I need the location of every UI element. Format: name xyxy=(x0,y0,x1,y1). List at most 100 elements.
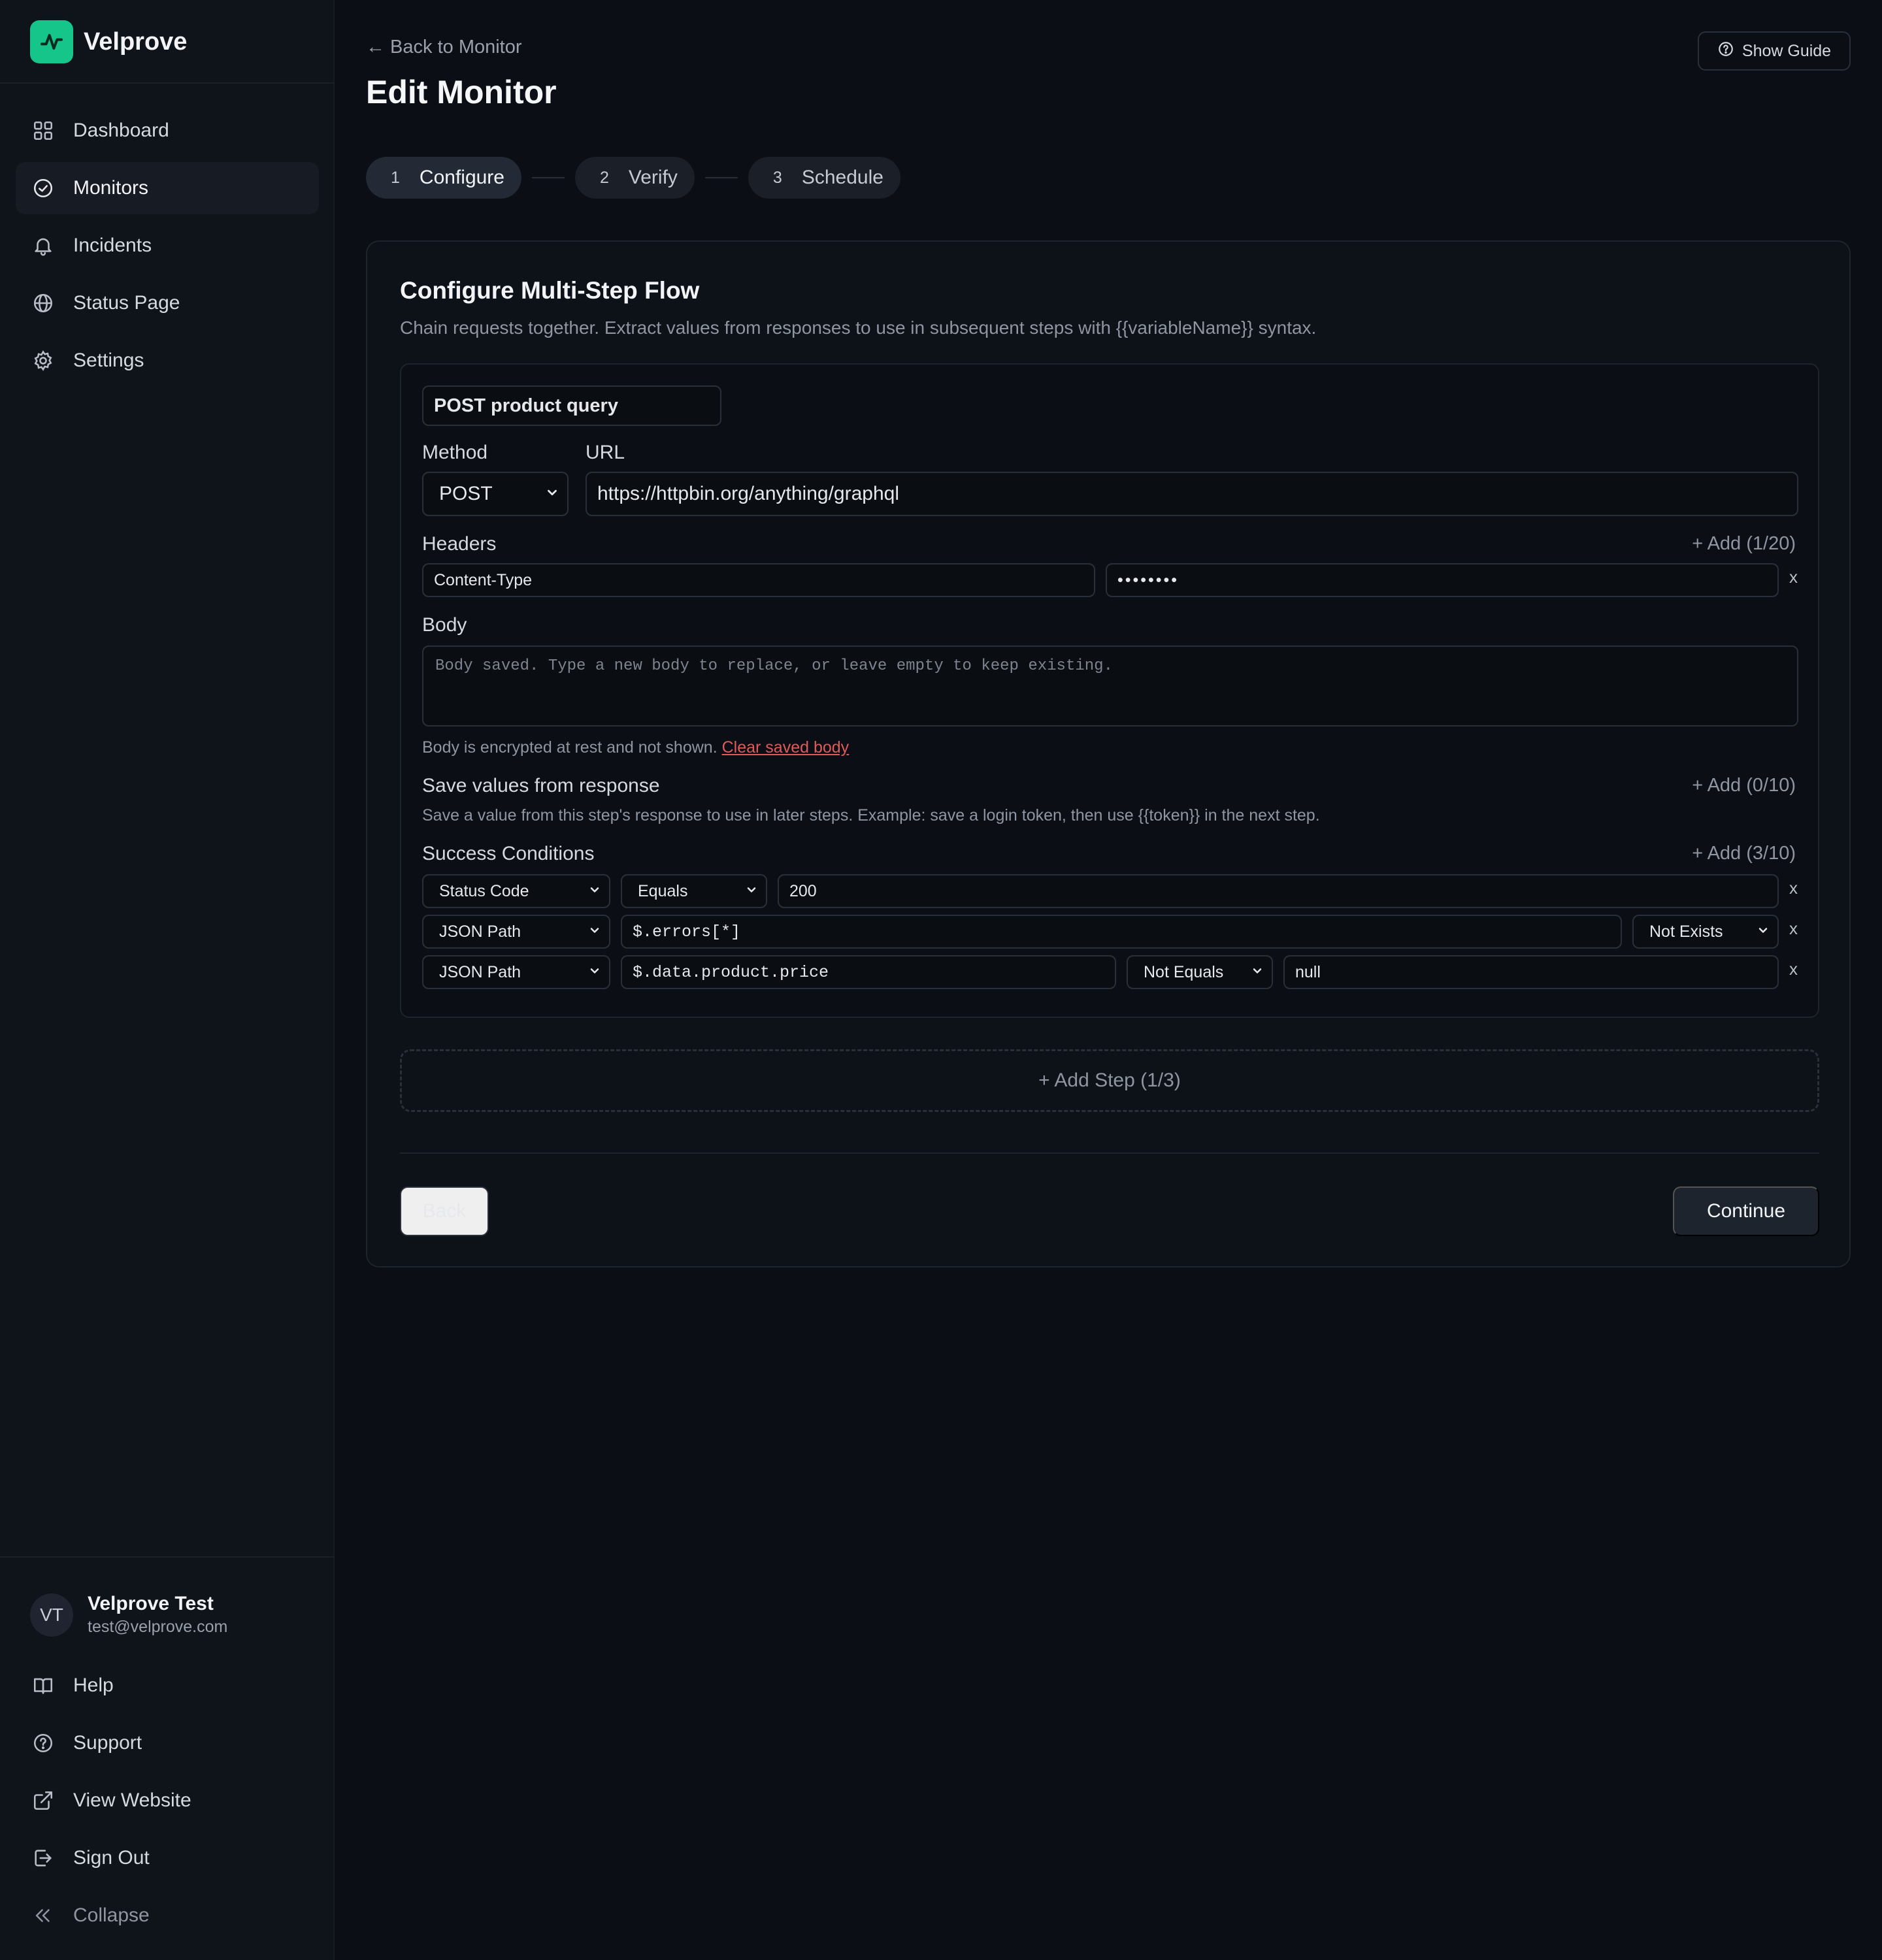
body-note: Body is encrypted at rest and not shown.… xyxy=(422,738,849,757)
step-connector xyxy=(704,177,738,178)
gear-icon xyxy=(31,349,55,372)
flow-step: POST product query Method URL POST https… xyxy=(400,363,1819,1018)
condition-value-input[interactable]: null xyxy=(1283,955,1779,989)
url-input[interactable]: https://httpbin.org/anything/graphql xyxy=(586,472,1798,516)
sidebar-item-label: Monitors xyxy=(73,177,149,199)
card-description: Chain requests together. Extract values … xyxy=(400,318,1317,338)
sidebar-item-support[interactable]: Support xyxy=(16,1717,319,1769)
body-textarea[interactable]: Body saved. Type a new body to replace, … xyxy=(422,645,1798,727)
step-connector xyxy=(531,177,565,178)
sidebar-item-status-page[interactable]: Status Page xyxy=(16,277,319,329)
sidebar-item-label: Status Page xyxy=(73,292,180,314)
step-name-input[interactable]: POST product query xyxy=(422,385,721,426)
sign-out-icon xyxy=(31,1846,55,1870)
sidebar-item-label: Support xyxy=(73,1732,142,1754)
question-circle-icon xyxy=(1717,41,1734,62)
condition-type-select[interactable]: Status Code xyxy=(422,874,610,908)
sidebar-item-label: View Website xyxy=(73,1789,191,1811)
brand[interactable]: Velprove xyxy=(30,20,187,64)
chevron-down-icon xyxy=(588,882,601,901)
remove-header-button[interactable]: x xyxy=(1789,567,1798,587)
method-label: Method xyxy=(422,442,488,463)
condition-path-input[interactable]: $.data.product.price xyxy=(621,955,1116,989)
continue-button[interactable]: Continue xyxy=(1673,1186,1819,1236)
sidebar-item-sign-out[interactable]: Sign Out xyxy=(16,1832,319,1884)
chevron-down-icon xyxy=(545,483,559,505)
condition-operator-select[interactable]: Not Exists xyxy=(1632,915,1779,949)
remove-condition-button[interactable]: x xyxy=(1789,878,1798,898)
add-save-value-button[interactable]: + Add (0/10) xyxy=(1692,775,1796,796)
divider xyxy=(0,1556,335,1558)
condition-type-select[interactable]: JSON Path xyxy=(422,955,610,989)
condition-path-input[interactable]: $.errors[*] xyxy=(621,915,1622,949)
back-button[interactable]: Back xyxy=(400,1186,489,1236)
chevron-down-icon xyxy=(588,963,601,982)
sidebar-item-help[interactable]: Help xyxy=(16,1659,319,1712)
condition-value-input[interactable]: 200 xyxy=(778,874,1779,908)
show-guide-button[interactable]: Show Guide xyxy=(1698,31,1851,71)
step-label: Schedule xyxy=(801,167,883,188)
sidebar-item-label: Dashboard xyxy=(73,120,169,141)
add-header-button[interactable]: + Add (1/20) xyxy=(1692,533,1796,555)
sidebar-item-monitors[interactable]: Monitors xyxy=(16,162,319,214)
sidebar-collapse-button[interactable]: Collapse xyxy=(16,1889,319,1942)
bottom-nav: Help Support View Website Sign Out Colla… xyxy=(16,1659,319,1947)
question-circle-icon xyxy=(31,1731,55,1755)
page-title: Edit Monitor xyxy=(366,74,557,110)
sidebar-item-label: Sign Out xyxy=(73,1847,150,1869)
condition-type-select[interactable]: JSON Path xyxy=(422,915,610,949)
main-nav: Dashboard Monitors Incidents Status Page… xyxy=(16,105,319,392)
condition-operator-value: Not Equals xyxy=(1144,962,1224,981)
stepper: 1 Configure 2 Verify 3 Schedule xyxy=(366,157,900,199)
clear-saved-body-link[interactable]: Clear saved body xyxy=(722,738,850,757)
condition-operator-select[interactable]: Equals xyxy=(621,874,767,908)
back-to-monitor-link[interactable]: ← Back to Monitor xyxy=(366,37,522,58)
remove-condition-button[interactable]: x xyxy=(1789,959,1798,979)
bell-icon xyxy=(31,234,55,257)
brand-name: Velprove xyxy=(84,27,188,56)
user-email: test@velprove.com xyxy=(88,1618,228,1636)
step-verify[interactable]: 2 Verify xyxy=(574,157,695,199)
sidebar: Velprove Dashboard Monitors Incidents St… xyxy=(0,0,335,1960)
external-link-icon xyxy=(31,1789,55,1812)
sidebar-item-incidents[interactable]: Incidents xyxy=(16,220,319,272)
divider xyxy=(400,1152,1819,1154)
step-number: 2 xyxy=(599,168,609,187)
header-key-input[interactable]: Content-Type xyxy=(422,563,1095,597)
headers-label: Headers xyxy=(422,533,497,555)
header-value-input[interactable]: •••••••• xyxy=(1106,563,1779,597)
chevrons-left-icon xyxy=(31,1904,55,1927)
sidebar-item-label: Incidents xyxy=(73,235,152,256)
add-condition-button[interactable]: + Add (3/10) xyxy=(1692,843,1796,864)
method-value: POST xyxy=(439,483,493,504)
body-note-text: Body is encrypted at rest and not shown. xyxy=(422,738,718,757)
grid-icon xyxy=(31,119,55,142)
step-label: Configure xyxy=(419,167,504,188)
chevron-down-icon xyxy=(588,923,601,941)
step-configure[interactable]: 1 Configure xyxy=(366,157,521,199)
globe-icon xyxy=(31,291,55,315)
conditions-label: Success Conditions xyxy=(422,843,595,864)
sidebar-item-settings[interactable]: Settings xyxy=(16,335,319,387)
condition-operator-select[interactable]: Not Equals xyxy=(1127,955,1273,989)
method-select[interactable]: POST xyxy=(422,472,569,516)
sidebar-item-view-website[interactable]: View Website xyxy=(16,1774,319,1827)
user-profile[interactable]: VT Velprove Test test@velprove.com xyxy=(30,1593,227,1637)
condition-operator-value: Equals xyxy=(638,881,688,900)
step-schedule[interactable]: 3 Schedule xyxy=(748,157,900,199)
remove-condition-button[interactable]: x xyxy=(1789,919,1798,939)
condition-operator-value: Not Exists xyxy=(1649,922,1723,941)
add-step-button[interactable]: + Add Step (1/3) xyxy=(400,1049,1819,1112)
step-number: 1 xyxy=(391,168,400,187)
sidebar-item-label: Settings xyxy=(73,350,144,371)
chevron-down-icon xyxy=(1757,923,1770,941)
check-circle-icon xyxy=(31,176,55,200)
url-label: URL xyxy=(586,442,625,463)
sidebar-item-dashboard[interactable]: Dashboard xyxy=(16,105,319,157)
body-label: Body xyxy=(422,614,467,636)
user-name: Velprove Test xyxy=(88,1593,214,1614)
show-guide-label: Show Guide xyxy=(1742,41,1832,60)
condition-type-value: Status Code xyxy=(439,881,529,900)
avatar: VT xyxy=(30,1593,73,1637)
card-title: Configure Multi-Step Flow xyxy=(400,277,700,304)
